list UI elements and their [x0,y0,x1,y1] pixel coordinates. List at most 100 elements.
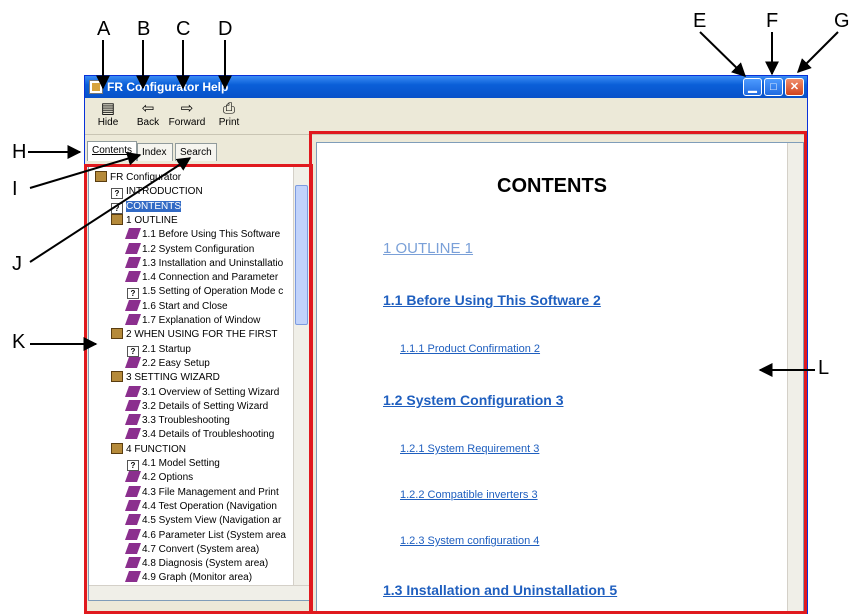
callout-g: G [834,10,849,32]
toc-link-1-2[interactable]: 1.2 System Configuration 3 [383,392,563,408]
tree-item-label: 1.7 Explanation of Window [142,315,261,326]
tree-item[interactable]: 1 OUTLINE [111,213,178,228]
tree-item[interactable]: 4.7 Convert (System area) [124,542,260,557]
tree-item-label: 1.5 Setting of Operation Mode c [142,286,284,298]
tree-item-label: 2 WHEN USING FOR THE FIRST [126,329,278,341]
forward-button[interactable]: ⇨ Forward [167,100,207,128]
tab-search[interactable]: Search [175,143,217,161]
tree-item-label: 1.1 Before Using This Software [142,229,281,241]
callout-i: I [12,178,18,200]
topic-page-icon [124,356,142,368]
tree-item-label: 1.3 Installation and Uninstallatio [142,257,284,269]
topic-vertical-scrollbar[interactable] [787,143,803,611]
tree-item-label: 1.6 Start and Close [142,300,228,312]
tree-item[interactable]: ? 1.5 Setting of Operation Mode c [127,285,284,300]
topic-page-icon [124,299,142,311]
callout-h: H [12,141,27,163]
topic-pane: CONTENTS 1 OUTLINE 1 1.1 Before Using Th… [316,142,804,612]
tree-item-label: 4.7 Convert (System area) [142,543,260,555]
book-icon [111,371,123,383]
back-button[interactable]: ⇦ Back [128,100,168,128]
tree-item[interactable]: 1.6 Start and Close [124,299,228,314]
tree-item[interactable]: ? 2.1 Startup [127,343,191,357]
tree-item[interactable]: FR Configurator [95,171,181,185]
print-label: Print [218,117,240,128]
book-icon [111,328,123,340]
tree-item-label: 4.1 Model Setting [142,458,220,469]
tree-item-label: 4.6 Parameter List (System area [142,529,286,541]
tree-item[interactable]: 4.2 Options [124,471,193,485]
forward-arrow-icon: ⇨ [180,100,194,117]
callout-f: F [766,10,779,32]
title-bar[interactable]: FR Configurator Help ▁ □ ✕ [85,76,807,98]
callout-a: A [97,18,111,40]
tree-item-label: INTRODUCTION [126,186,203,198]
callout-g-arrow [797,31,839,73]
tree-item-label: 1 OUTLINE [126,214,178,226]
tree-item[interactable]: 4.9 Graph (Monitor area) [124,571,253,585]
tree-item-label: 4.8 Diagnosis (System area) [142,558,269,570]
topic-page-icon [124,471,142,483]
tree-item-label: 4.3 File Management and Print [142,486,279,498]
toolbar: ▤ Hide ⇦ Back ⇨ Forward ⎙ Print [85,98,807,135]
book-icon [111,213,123,225]
tab-index[interactable]: Index [137,143,173,161]
topic-page-icon [124,314,142,325]
callout-d: D [218,18,233,40]
tree-item[interactable]: 4.8 Diagnosis (System area) [124,557,269,571]
tree-item[interactable]: 3.1 Overview of Setting Wizard [124,385,279,400]
tree-item[interactable]: ? CONTENTS [111,200,181,214]
toc-link-1-1-1[interactable]: 1.1.1 Product Confirmation 2 [400,343,540,355]
toc-link-outline[interactable]: 1 OUTLINE 1 [383,240,473,257]
tree-item[interactable]: ? INTRODUCTION [111,185,203,200]
topic-page-icon [124,385,142,397]
toc-link-1-2-2[interactable]: 1.2.2 Compatible inverters 3 [400,489,538,501]
close-button[interactable]: ✕ [785,78,804,96]
callout-l: L [818,357,830,379]
tree-item[interactable]: 1.4 Connection and Parameter [124,271,278,285]
tree-item[interactable]: 2.2 Easy Setup [124,356,210,371]
tree-item[interactable]: 4.5 System View (Navigation ar [124,514,281,528]
topic-page-icon [124,542,142,554]
tree-item-label: 1.2 System Configuration [142,243,255,255]
tab-contents[interactable]: Contents [87,141,137,161]
topic-page-icon [124,485,142,497]
tree-item[interactable]: 1.7 Explanation of Window [124,314,261,328]
tree-item[interactable]: 4.3 File Management and Print [124,485,279,500]
tree-item[interactable]: 1.2 System Configuration [124,242,255,257]
tree-item[interactable]: 4 FUNCTION [111,442,186,457]
toc-link-1-3[interactable]: 1.3 Installation and Uninstallation 5 [383,582,617,598]
tree-item[interactable]: 3 SETTING WIZARD [111,371,220,385]
tree-item-label: CONTENTS [126,200,181,212]
tree-item-label: 3.4 Details of Troubleshooting [142,429,275,441]
tree-item-label: 3.2 Details of Setting Wizard [142,400,269,412]
tree-item[interactable]: 3.2 Details of Setting Wizard [124,399,269,414]
contents-tree[interactable]: FR Configurator? INTRODUCTION? CONTENTS 1 O… [88,166,310,601]
tree-horizontal-scrollbar[interactable] [89,585,309,600]
tree-item[interactable]: 4.6 Parameter List (System area [124,528,286,543]
topic-page-icon [124,399,142,411]
tree-item[interactable]: 1.1 Before Using This Software [124,228,281,242]
help-page-icon: ? [127,460,139,471]
tree-item[interactable]: 3.3 Troubleshooting [124,414,230,428]
toc-link-1-1[interactable]: 1.1 Before Using This Software 2 [383,292,601,308]
topic-page-icon [124,256,142,268]
toc-link-1-2-1[interactable]: 1.2.1 System Requirement 3 [400,443,539,455]
tree-vertical-scrollbar[interactable] [293,167,309,600]
tree-item[interactable]: 2 WHEN USING FOR THE FIRST [111,328,278,342]
book-icon [111,442,123,454]
maximize-button[interactable]: □ [764,78,783,96]
minimize-button[interactable]: ▁ [743,78,762,96]
help-app-icon [89,80,103,94]
tree-item-label: 4.9 Graph (Monitor area) [142,572,253,584]
tree-item-label: FR Configurator [110,172,182,183]
hide-button[interactable]: ▤ Hide [88,100,128,128]
print-button[interactable]: ⎙ Print [209,100,249,128]
help-page-icon: ? [127,345,139,357]
tree-item[interactable]: ? 4.1 Model Setting [127,457,220,471]
help-page-icon: ? [127,288,139,300]
tree-item[interactable]: 3.4 Details of Troubleshooting [124,428,275,442]
tree-item[interactable]: 4.4 Test Operation (Navigation [124,499,277,514]
tree-item[interactable]: 1.3 Installation and Uninstallatio [124,256,284,271]
toc-link-1-2-3[interactable]: 1.2.3 System configuration 4 [400,535,539,547]
